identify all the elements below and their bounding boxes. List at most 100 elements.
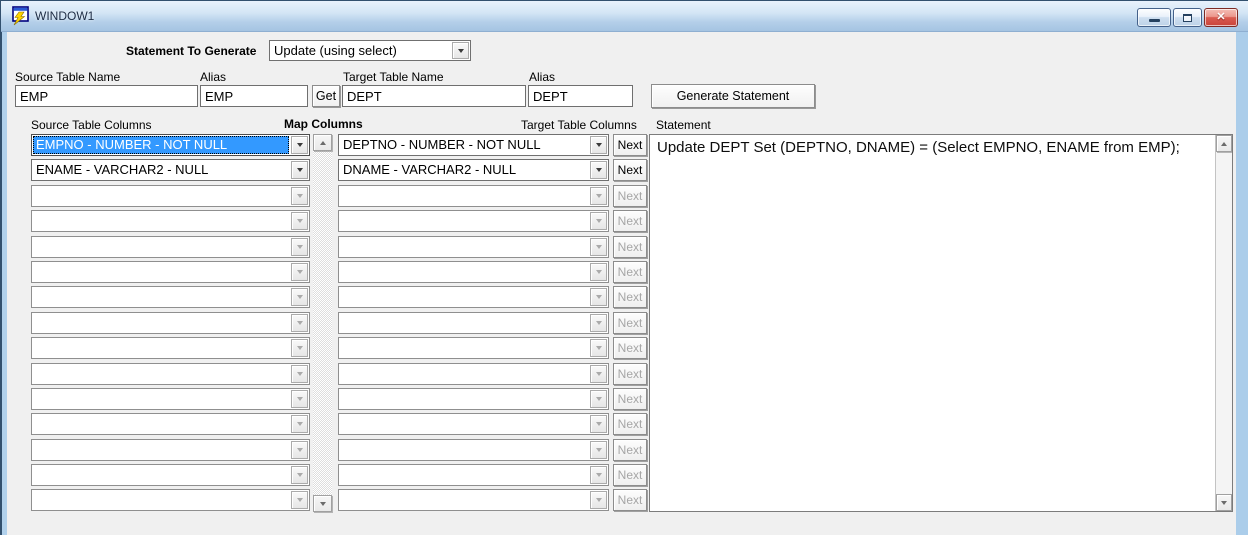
source-table-name-input[interactable] [15, 85, 198, 107]
chevron-down-icon[interactable] [590, 441, 607, 459]
title-bar[interactable]: WINDOW1 ✕ [1, 1, 1248, 32]
scroll-down-icon[interactable] [313, 495, 332, 512]
next-button[interactable]: Next [613, 388, 647, 410]
scroll-up-icon[interactable] [1216, 135, 1232, 152]
maximize-button[interactable] [1173, 8, 1202, 27]
chevron-down-icon[interactable] [291, 491, 308, 509]
chevron-down-icon[interactable] [590, 314, 607, 332]
source-column-combo[interactable] [31, 261, 310, 283]
source-column-combo[interactable] [31, 286, 310, 308]
next-button[interactable]: Next [613, 312, 647, 334]
chevron-down-icon[interactable] [590, 365, 607, 383]
source-column-combo[interactable] [31, 413, 310, 435]
source-alias-input[interactable] [200, 85, 308, 107]
scroll-up-icon[interactable] [313, 134, 332, 151]
target-column-combo[interactable] [338, 185, 609, 207]
source-column-combo[interactable] [31, 464, 310, 486]
target-column-combo[interactable] [338, 413, 609, 435]
source-columns-header: Source Table Columns [31, 118, 152, 132]
column-list-scrollbar[interactable] [313, 134, 332, 512]
column-map-row: Next [31, 261, 647, 283]
next-button[interactable]: Next [613, 261, 647, 283]
chevron-down-icon[interactable] [590, 288, 607, 306]
statement-type-combo[interactable]: Update (using select) [269, 40, 471, 61]
target-column-combo[interactable] [338, 439, 609, 461]
chevron-down-icon[interactable] [291, 466, 308, 484]
chevron-down-icon[interactable] [590, 390, 607, 408]
chevron-down-icon[interactable] [291, 136, 308, 154]
next-button[interactable]: Next [613, 286, 647, 308]
target-table-name-input[interactable] [342, 85, 526, 107]
generate-statement-button[interactable]: Generate Statement [651, 84, 815, 108]
chevron-down-icon[interactable] [291, 390, 308, 408]
next-button[interactable]: Next [613, 413, 647, 435]
statement-textarea[interactable]: Update DEPT Set (DEPTNO, DNAME) = (Selec… [649, 134, 1233, 512]
chevron-down-icon[interactable] [291, 238, 308, 256]
chevron-down-icon[interactable] [291, 161, 308, 179]
source-column-combo[interactable] [31, 363, 310, 385]
chevron-down-icon[interactable] [590, 491, 607, 509]
source-column-combo[interactable] [31, 236, 310, 258]
source-column-combo[interactable] [31, 388, 310, 410]
source-column-combo[interactable] [31, 489, 310, 511]
target-column-combo[interactable] [338, 464, 609, 486]
scroll-down-icon[interactable] [1216, 494, 1232, 511]
source-column-combo[interactable] [31, 337, 310, 359]
chevron-down-icon[interactable] [590, 466, 607, 484]
statement-scrollbar[interactable] [1215, 135, 1232, 511]
target-column-combo[interactable] [338, 363, 609, 385]
next-button[interactable]: Next [613, 236, 647, 258]
target-column-combo[interactable] [338, 388, 609, 410]
source-column-combo[interactable] [31, 439, 310, 461]
next-button[interactable]: Next [613, 363, 647, 385]
column-map-row: Next [31, 388, 647, 410]
source-column-combo[interactable]: EMPNO - NUMBER - NOT NULL [31, 134, 310, 156]
next-button[interactable]: Next [613, 210, 647, 232]
next-button[interactable]: Next [613, 489, 647, 511]
next-button[interactable]: Next [613, 337, 647, 359]
chevron-down-icon[interactable] [291, 339, 308, 357]
target-column-combo[interactable]: DNAME - VARCHAR2 - NULL [338, 159, 609, 181]
target-column-combo[interactable] [338, 337, 609, 359]
chevron-down-icon[interactable] [590, 136, 607, 154]
target-column-combo[interactable] [338, 312, 609, 334]
target-column-combo[interactable] [338, 489, 609, 511]
chevron-down-icon[interactable] [590, 238, 607, 256]
minimize-button[interactable] [1137, 8, 1171, 27]
target-alias-input[interactable] [528, 85, 633, 107]
next-button[interactable]: Next [613, 159, 647, 181]
target-column-combo[interactable] [338, 261, 609, 283]
close-button[interactable]: ✕ [1204, 8, 1238, 27]
chevron-down-icon[interactable] [291, 441, 308, 459]
target-column-combo[interactable]: DEPTNO - NUMBER - NOT NULL [338, 134, 609, 156]
next-button[interactable]: Next [613, 464, 647, 486]
next-button[interactable]: Next [613, 439, 647, 461]
source-column-combo[interactable] [31, 185, 310, 207]
client-area: Statement To Generate Update (using sele… [7, 32, 1236, 535]
chevron-down-icon[interactable] [590, 161, 607, 179]
chevron-down-icon[interactable] [590, 212, 607, 230]
next-button[interactable]: Next [613, 134, 647, 156]
chevron-down-icon[interactable] [452, 42, 469, 59]
app-icon [10, 6, 30, 26]
chevron-down-icon[interactable] [291, 365, 308, 383]
column-map-rows: EMPNO - NUMBER - NOT NULL DEPTNO - NUMBE… [31, 134, 647, 511]
source-column-combo[interactable] [31, 210, 310, 232]
get-button[interactable]: Get [312, 85, 340, 107]
chevron-down-icon[interactable] [291, 212, 308, 230]
target-column-combo[interactable] [338, 236, 609, 258]
chevron-down-icon[interactable] [291, 288, 308, 306]
chevron-down-icon[interactable] [590, 263, 607, 281]
source-column-combo[interactable]: ENAME - VARCHAR2 - NULL [31, 159, 310, 181]
chevron-down-icon[interactable] [590, 187, 607, 205]
chevron-down-icon[interactable] [590, 415, 607, 433]
chevron-down-icon[interactable] [291, 415, 308, 433]
source-column-combo[interactable] [31, 312, 310, 334]
target-column-combo[interactable] [338, 210, 609, 232]
next-button[interactable]: Next [613, 185, 647, 207]
chevron-down-icon[interactable] [291, 314, 308, 332]
chevron-down-icon[interactable] [291, 187, 308, 205]
target-column-combo[interactable] [338, 286, 609, 308]
chevron-down-icon[interactable] [590, 339, 607, 357]
chevron-down-icon[interactable] [291, 263, 308, 281]
